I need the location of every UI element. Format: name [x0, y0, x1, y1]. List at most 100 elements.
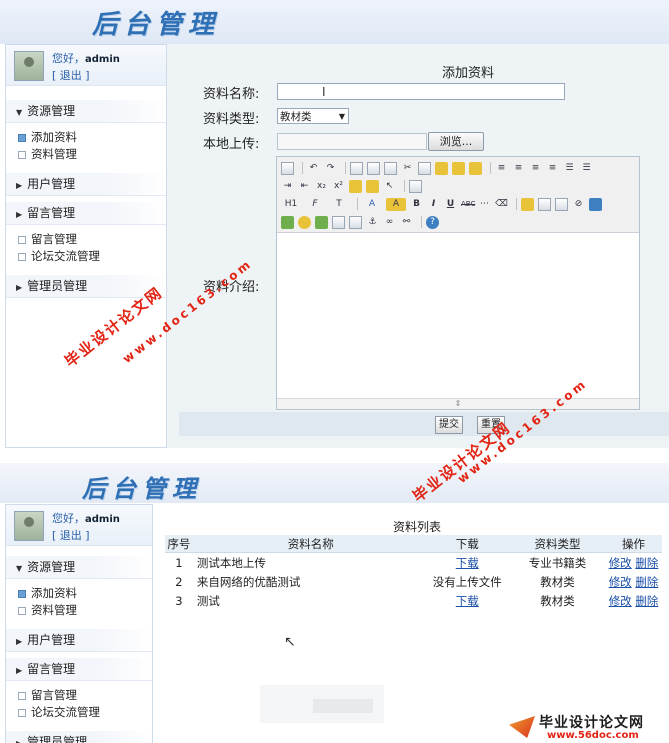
sidebar-item-add-resource[interactable]: 添加资料: [6, 585, 152, 602]
sidebar: 您好，admin [ 退出 ] ▼ 资源管理 添加资料 资料管理 ▶ 用户管理 ▶ 留…: [5, 504, 153, 743]
copy-icon[interactable]: [418, 161, 431, 175]
sidebar-group-resources[interactable]: ▼ 资源管理: [6, 100, 166, 123]
highlight-icon[interactable]: A: [386, 197, 406, 211]
editor-content-area[interactable]: [277, 233, 639, 397]
superscript-icon[interactable]: x²: [332, 180, 345, 193]
anchor-icon[interactable]: ⚓: [366, 216, 379, 229]
flash-icon[interactable]: [538, 197, 551, 211]
redo-icon[interactable]: ↷: [324, 162, 337, 175]
logout-link[interactable]: [ 退出 ]: [52, 527, 90, 543]
resource-name-input[interactable]: [277, 83, 565, 100]
sidebar-group-admins[interactable]: ▶ 管理员管理: [6, 731, 152, 743]
insert-image-icon[interactable]: [315, 215, 328, 229]
text-color-icon[interactable]: A: [362, 198, 382, 211]
emoticon-icon[interactable]: [298, 215, 311, 229]
print-icon[interactable]: [367, 161, 380, 175]
sidebar-group-messages[interactable]: ▶ 留言管理: [6, 202, 166, 225]
delete-link[interactable]: 删除: [635, 575, 658, 589]
edit-link[interactable]: 修改: [609, 556, 632, 570]
reset-button[interactable]: 重置: [477, 416, 505, 434]
source-icon[interactable]: [281, 161, 294, 175]
cut-icon[interactable]: ✂: [401, 162, 414, 175]
paste-word-icon[interactable]: [469, 161, 482, 175]
resource-name: 测试本地上传: [196, 555, 266, 570]
resource-type-select[interactable]: 教材类 ▼: [277, 108, 349, 124]
align-left-icon[interactable]: ≡: [495, 162, 508, 175]
help-icon[interactable]: ?: [426, 215, 439, 229]
sidebar-group-messages[interactable]: ▶ 留言管理: [6, 658, 152, 681]
image-icon[interactable]: [521, 197, 534, 211]
unlink-icon[interactable]: ⚯: [400, 216, 413, 229]
attachment-icon[interactable]: ⊘: [572, 198, 585, 211]
paste-text-icon[interactable]: [452, 161, 465, 175]
editor-resize-handle[interactable]: ⇕: [277, 398, 639, 409]
user-name: admin: [85, 54, 120, 65]
page-break-icon[interactable]: [349, 215, 362, 229]
greeting-text: 您好，: [52, 52, 85, 65]
bullet-list-icon[interactable]: ☰: [580, 162, 593, 175]
delete-link[interactable]: 删除: [635, 594, 658, 608]
form-title: 添加资料: [442, 66, 495, 81]
align-center-icon[interactable]: ≡: [512, 162, 525, 175]
undo-icon[interactable]: ↶: [307, 162, 320, 175]
underline-icon[interactable]: U: [444, 198, 457, 211]
clear-format-icon[interactable]: [349, 179, 362, 193]
format-painter-icon[interactable]: [366, 179, 379, 193]
download-link[interactable]: 下载: [456, 556, 479, 570]
italic-icon[interactable]: I: [427, 198, 440, 211]
greeting: 您好，admin: [52, 510, 120, 526]
sidebar-group-users[interactable]: ▶ 用户管理: [6, 173, 166, 196]
sidebar-item-forum[interactable]: 论坛交流管理: [6, 248, 166, 265]
special-char-icon[interactable]: [332, 215, 345, 229]
browse-button[interactable]: 浏览...: [428, 132, 484, 151]
hr-icon[interactable]: ⋯: [478, 198, 491, 211]
font-size-icon[interactable]: T: [329, 198, 349, 211]
edit-link[interactable]: 修改: [609, 575, 632, 589]
sidebar: 您好，admin [ 退出 ] ▼ 资源管理 添加资料 资料管理 ▶ 用户管理 ▶ 留…: [5, 44, 167, 448]
eraser-icon[interactable]: ⌫: [495, 198, 508, 211]
list-title: 资料列表: [393, 520, 442, 534]
separator: [302, 162, 303, 174]
logout-link[interactable]: [ 退出 ]: [52, 67, 90, 83]
select-all-icon[interactable]: ↖: [383, 180, 396, 193]
preview-icon[interactable]: [350, 161, 363, 175]
sidebar-item-messages[interactable]: 留言管理: [6, 231, 166, 248]
table-icon[interactable]: [589, 197, 602, 211]
link-icon[interactable]: ∞: [383, 216, 396, 229]
sidebar-item-add-resource[interactable]: 添加资料: [6, 129, 166, 146]
subscript-icon[interactable]: x₂: [315, 180, 328, 193]
column-header: 下载: [424, 535, 510, 553]
header: 后台管理: [0, 463, 669, 503]
edit-link[interactable]: 修改: [609, 594, 632, 608]
outdent-icon[interactable]: ⇤: [298, 180, 311, 193]
strikethrough-icon[interactable]: ABC: [461, 198, 475, 211]
sidebar-item-messages[interactable]: 留言管理: [6, 687, 152, 704]
font-family-icon[interactable]: F: [305, 198, 325, 211]
paste-icon[interactable]: [435, 161, 448, 175]
sidebar-group-admins[interactable]: ▶ 管理员管理: [6, 275, 166, 298]
separator: [404, 180, 405, 192]
bold-icon[interactable]: B: [410, 198, 423, 211]
file-path-field[interactable]: [277, 133, 427, 150]
media-icon[interactable]: [555, 197, 568, 211]
align-justify-icon[interactable]: ≡: [546, 162, 559, 175]
caret-right-icon: ▶: [16, 181, 23, 190]
sidebar-item-manage-resource[interactable]: 资料管理: [6, 146, 166, 163]
download-link[interactable]: 下载: [456, 594, 479, 608]
hr-line-icon[interactable]: [281, 215, 294, 229]
heading-icon[interactable]: H1: [281, 198, 301, 211]
indent-icon[interactable]: ⇥: [281, 180, 294, 193]
caret-right-icon: ▶: [16, 739, 22, 743]
submit-button[interactable]: 提交: [435, 416, 463, 434]
sidebar-group-resources[interactable]: ▼ 资源管理: [6, 556, 152, 579]
numbered-list-icon[interactable]: ☰: [563, 162, 576, 175]
align-right-icon[interactable]: ≡: [529, 162, 542, 175]
delete-link[interactable]: 删除: [635, 556, 658, 570]
user-box: 您好，admin [ 退出 ]: [6, 45, 166, 86]
sidebar-item-manage-resource[interactable]: 资料管理: [6, 602, 152, 619]
sidebar-item-forum[interactable]: 论坛交流管理: [6, 704, 152, 721]
separator: [357, 198, 358, 210]
fullscreen-icon[interactable]: [409, 179, 422, 193]
template-icon[interactable]: [384, 161, 397, 175]
sidebar-group-users[interactable]: ▶ 用户管理: [6, 629, 152, 652]
